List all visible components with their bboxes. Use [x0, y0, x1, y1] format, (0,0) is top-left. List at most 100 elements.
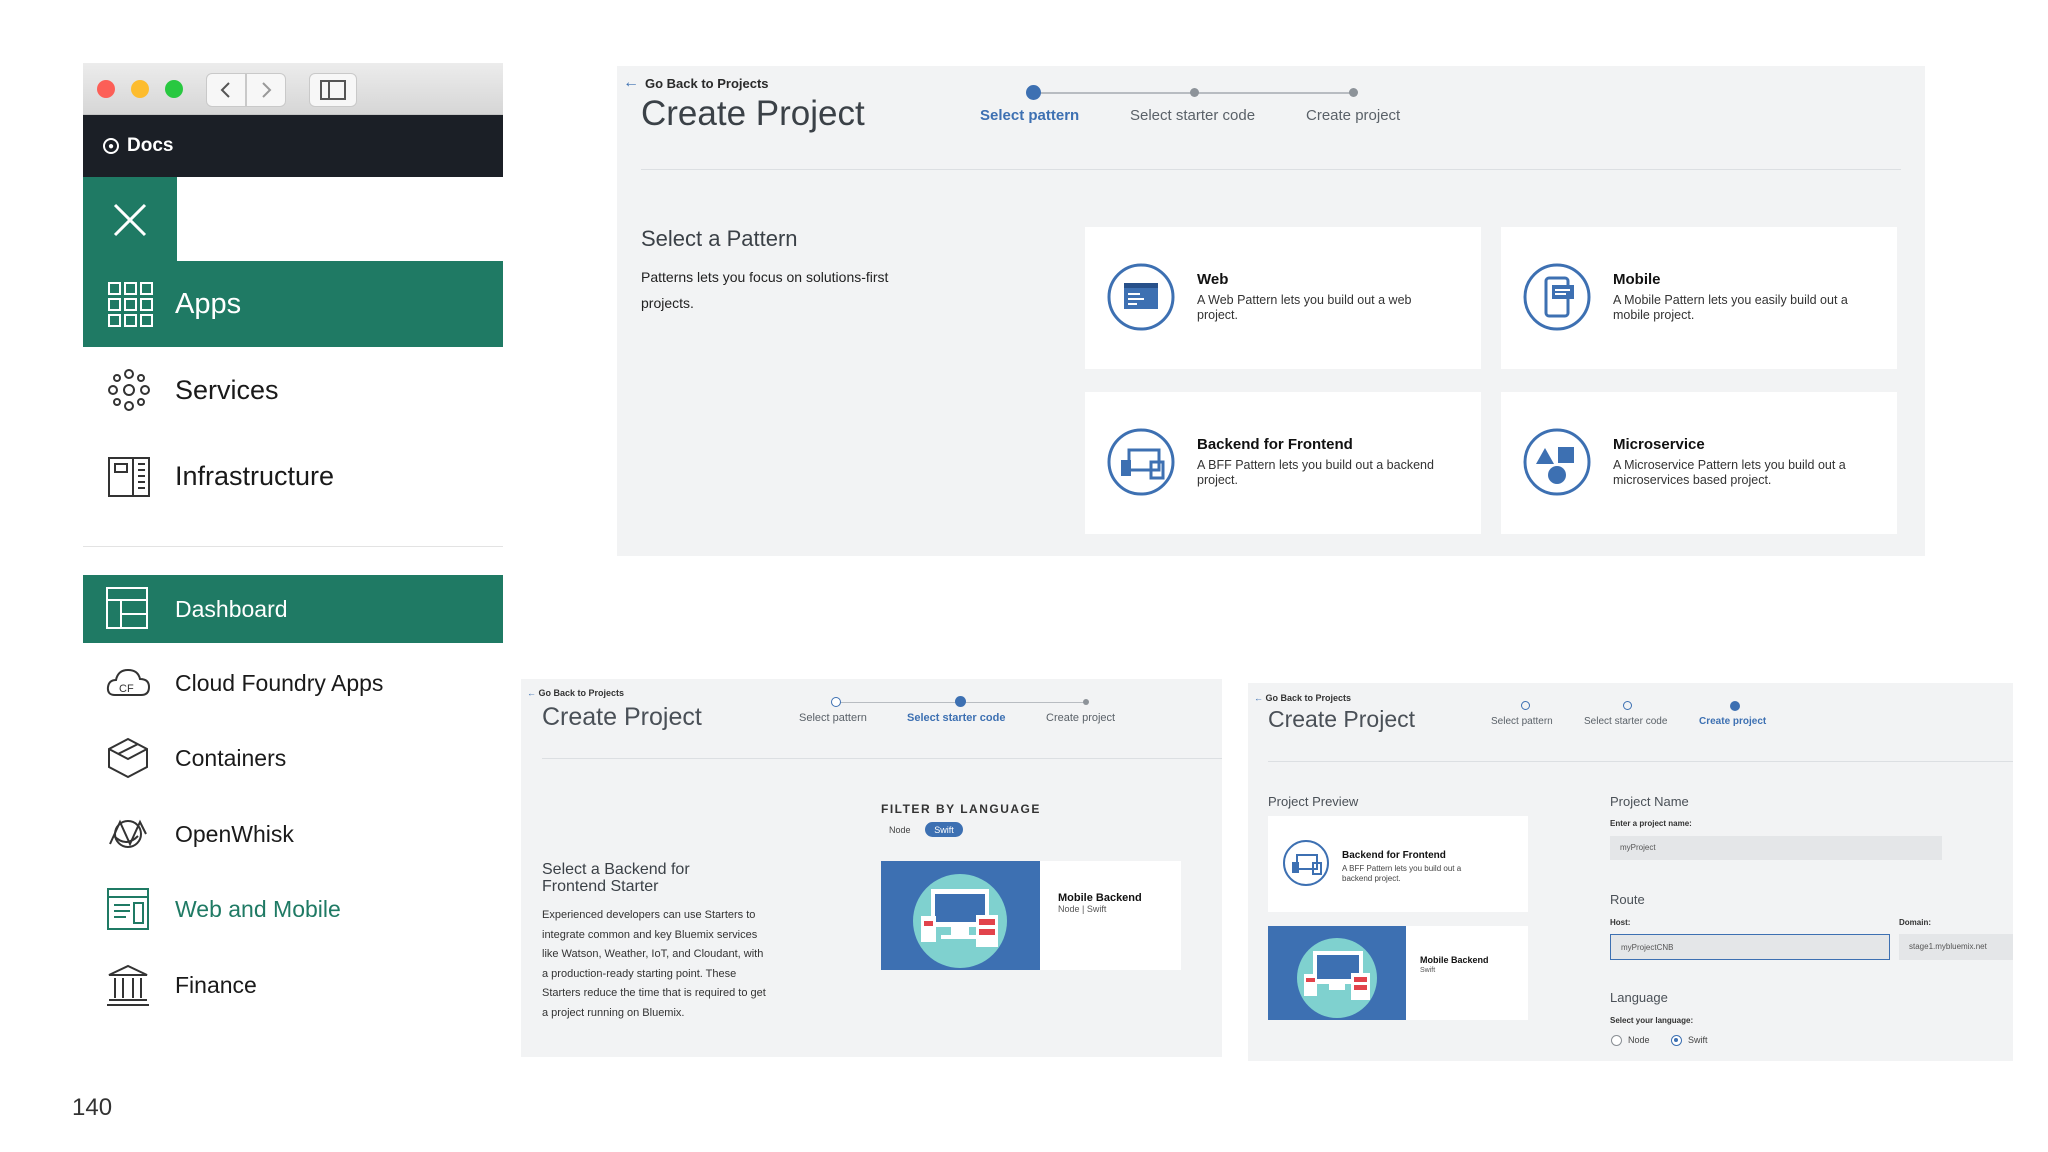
close-menu-button[interactable] — [83, 177, 177, 263]
web-pattern-icon — [1107, 263, 1175, 331]
select-starter-panel: ← Go Back to Projects Create Project Sel… — [521, 679, 1222, 1057]
starter-card-mobile-backend[interactable]: Mobile Backend Node | Swift — [881, 861, 1181, 970]
openwhisk-label: OpenWhisk — [175, 820, 294, 847]
domain-select[interactable]: stage1.mybluemix.net — [1899, 934, 2013, 960]
project-name-label: Project Name — [1610, 794, 1689, 809]
section-title: Select a Pattern — [641, 226, 798, 251]
apps-grid-icon — [107, 281, 153, 327]
arrow-left-icon: ← — [1254, 693, 1266, 703]
minimize-window-button[interactable] — [131, 80, 149, 98]
step-create-project[interactable]: Create project — [1306, 107, 1400, 124]
step-done-icon — [1521, 701, 1530, 710]
project-name-prompt: Enter a project name: — [1610, 819, 1692, 828]
step-select-starter-code[interactable]: Select starter code — [1584, 716, 1667, 727]
step-select-starter-code[interactable]: Select starter code — [907, 712, 1005, 724]
project-name-input[interactable]: myProject — [1610, 836, 1942, 860]
create-project-panel: ← Go Back to Projects Create Project Sel… — [617, 66, 1925, 556]
window-titlebar — [83, 63, 503, 115]
step-dot-active — [955, 696, 966, 707]
radio-node[interactable] — [1611, 1035, 1622, 1046]
devices-illustration-icon — [1297, 938, 1377, 1018]
section-description: Patterns lets you focus on solutions-fir… — [641, 269, 889, 311]
cf-badge: CF — [119, 683, 134, 695]
language-prompt: Select your language: — [1610, 1016, 1694, 1025]
step-done-icon — [831, 697, 841, 707]
step-create-project[interactable]: Create project — [1046, 712, 1115, 724]
host-input[interactable]: myProjectCNB — [1610, 934, 1890, 960]
pattern-card-bff[interactable]: Backend for Frontend A BFF Pattern lets … — [1085, 392, 1481, 534]
sidebar-item-cloud-foundry-apps[interactable]: CF Cloud Foundry Apps — [83, 649, 503, 717]
sidebar-item-dashboard[interactable]: Dashboard — [83, 575, 503, 643]
header-divider — [641, 169, 1901, 170]
cloud-foundry-icon: CF — [105, 660, 151, 706]
sidebar-item-finance[interactable]: Finance — [83, 951, 503, 1019]
back-nav-button[interactable] — [206, 73, 246, 107]
preview-pattern-title: Backend for Frontend — [1342, 850, 1446, 861]
step-select-pattern[interactable]: Select pattern — [980, 107, 1079, 124]
go-back-link[interactable]: ← Go Back to Projects — [527, 688, 624, 698]
go-back-link[interactable]: ← Go Back to Projects — [1254, 693, 1351, 703]
go-back-link[interactable]: ← Go Back to Projects — [623, 74, 769, 92]
preview-pattern-card: Backend for Frontend A BFF Pattern lets … — [1268, 816, 1528, 912]
dashboard-icon — [105, 586, 151, 632]
project-preview-label: Project Preview — [1268, 794, 1359, 809]
microservice-pattern-icon — [1523, 428, 1591, 496]
preview-starter-card: Mobile Backend Swift — [1268, 926, 1528, 1020]
apps-label: Apps — [175, 287, 242, 320]
step-select-starter-code[interactable]: Select starter code — [1130, 107, 1255, 124]
sidebar-item-containers[interactable]: Containers — [83, 724, 503, 792]
radio-node-label: Node — [1628, 1035, 1650, 1045]
bff-pattern-icon — [1282, 839, 1330, 887]
sidebar-divider — [83, 546, 503, 547]
finance-label: Finance — [175, 971, 257, 998]
pattern-card-mobile[interactable]: Mobile A Mobile Pattern lets you easily … — [1501, 227, 1897, 369]
starter-title: Mobile Backend — [1058, 892, 1142, 904]
services-icon — [105, 366, 153, 414]
route-label: Route — [1610, 892, 1645, 907]
docs-logo-icon: ● — [103, 138, 119, 154]
mobile-pattern-icon — [1523, 263, 1591, 331]
radio-swift-label: Swift — [1688, 1035, 1708, 1045]
preview-starter-title: Mobile Backend — [1420, 955, 1489, 965]
cloud-foundry-apps-label: Cloud Foundry Apps — [175, 669, 384, 696]
web-mobile-icon — [105, 886, 151, 932]
sidebar-item-web-and-mobile[interactable]: Web and Mobile — [83, 875, 503, 943]
close-window-button[interactable] — [97, 80, 115, 98]
infrastructure-label: Infrastructure — [175, 460, 335, 491]
step-dot-active — [1730, 701, 1740, 711]
step-select-pattern[interactable]: Select pattern — [1491, 716, 1553, 727]
section-description: Experienced developers can use Starters … — [542, 909, 766, 1019]
go-back-label: Go Back to Projects — [645, 75, 769, 91]
sidebar-item-services[interactable]: Services — [83, 347, 503, 433]
step-create-project[interactable]: Create project — [1699, 716, 1766, 727]
sidebar-item-apps[interactable]: Apps — [83, 261, 503, 347]
page-title: Create Project — [1268, 706, 1416, 732]
step-select-pattern[interactable]: Select pattern — [799, 712, 867, 724]
bff-pattern-icon — [1107, 428, 1175, 496]
pattern-card-microservice[interactable]: Microservice A Microservice Pattern lets… — [1501, 392, 1897, 534]
chevron-left-icon — [220, 82, 230, 98]
sidebar-toggle-button[interactable] — [309, 73, 357, 107]
web-pattern-title: Web — [1197, 271, 1229, 288]
bff-pattern-desc: A BFF Pattern lets you build out a backe… — [1197, 458, 1434, 487]
maximize-window-button[interactable] — [165, 80, 183, 98]
sidebar-icon — [320, 80, 346, 100]
host-label: Host: — [1610, 918, 1631, 927]
devices-illustration-icon — [913, 874, 1007, 968]
go-back-label: Go Back to Projects — [538, 688, 625, 698]
section-title: Select a Backend for Frontend Starter — [542, 861, 690, 895]
web-pattern-desc: A Web Pattern lets you build out a web p… — [1197, 293, 1412, 322]
sidebar-item-infrastructure[interactable]: Infrastructure — [83, 433, 503, 519]
step-dot-select-pattern — [1026, 85, 1041, 100]
filter-swift-chip[interactable]: Swift — [925, 822, 963, 837]
forward-nav-button[interactable] — [246, 73, 286, 107]
go-back-label: Go Back to Projects — [1265, 693, 1352, 703]
radio-swift[interactable] — [1671, 1035, 1682, 1046]
docs-window: ● Docs Apps Services Infrastructure Dash… — [83, 63, 503, 1063]
services-label: Services — [175, 374, 279, 405]
finance-icon — [105, 962, 151, 1008]
filter-node[interactable]: Node — [889, 825, 911, 835]
pattern-card-web[interactable]: Web A Web Pattern lets you build out a w… — [1085, 227, 1481, 369]
sidebar-item-openwhisk[interactable]: OpenWhisk — [83, 800, 503, 868]
docs-label: Docs — [127, 135, 174, 156]
